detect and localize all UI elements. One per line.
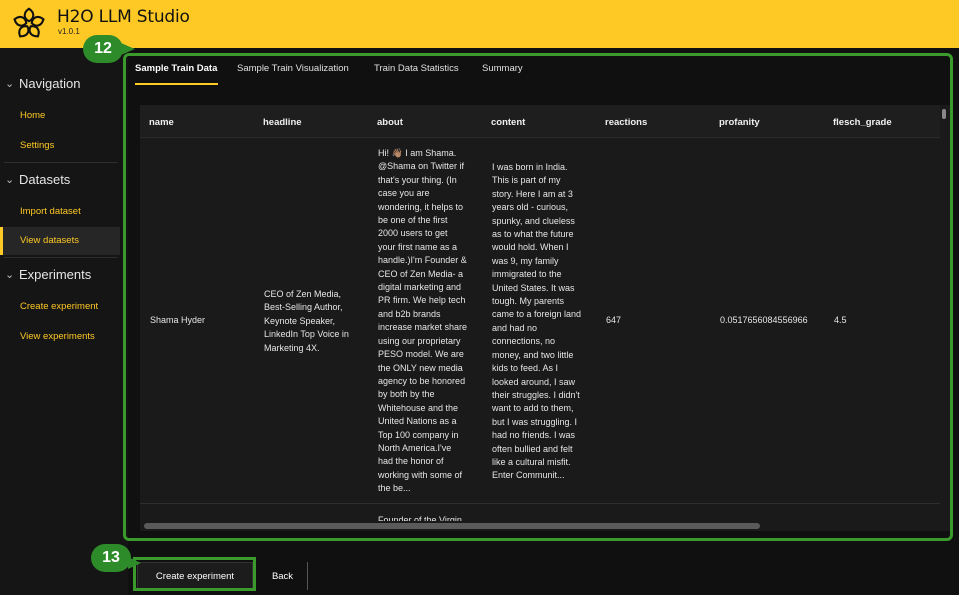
sidebar-item-settings[interactable]: Settings xyxy=(0,132,120,160)
vertical-scrollbar[interactable] xyxy=(942,109,946,119)
callout-badge-12: 12 xyxy=(83,35,135,63)
app-version: v1.0.1 xyxy=(58,27,80,36)
sidebar-item-create-experiment[interactable]: Create experiment xyxy=(0,293,120,321)
cell-flesch-grade: 4.5 xyxy=(834,315,847,325)
active-tab-indicator xyxy=(135,83,218,85)
column-header[interactable]: profanity xyxy=(719,117,760,128)
data-table[interactable]: name headline about content reactions pr… xyxy=(140,105,950,531)
app-header: H2O LLM Studio v1.0.1 xyxy=(0,0,959,48)
cell-profanity: 0.0517656084556966 xyxy=(720,315,808,325)
footer-actions: Create experiment Back xyxy=(128,553,959,595)
table-header: name headline about content reactions pr… xyxy=(140,105,940,138)
tab-train-data-statistics[interactable]: Train Data Statistics xyxy=(374,63,459,74)
h2o-logo-icon xyxy=(13,7,45,38)
column-header[interactable]: name xyxy=(149,117,174,128)
column-header[interactable]: about xyxy=(377,117,403,128)
sidebar: ⌄ Navigation Home Settings ⌄ Datasets Im… xyxy=(0,48,128,595)
column-header[interactable]: content xyxy=(491,117,525,128)
nav-group-label: Experiments xyxy=(19,267,92,282)
nav-group-experiments[interactable]: ⌄ Experiments xyxy=(5,267,91,282)
cell-reactions: 647 xyxy=(606,315,622,325)
table-row[interactable]: Shama Hyder CEO of Zen Media, Best-Selli… xyxy=(140,138,940,504)
nav-group-navigation[interactable]: ⌄ Navigation xyxy=(5,76,80,91)
app-title: H2O LLM Studio xyxy=(57,7,190,27)
chevron-down-icon: ⌄ xyxy=(5,78,15,90)
nav-group-datasets[interactable]: ⌄ Datasets xyxy=(5,172,70,187)
cell-content: I was born in India. This is part of my … xyxy=(492,162,582,481)
app-window: H2O LLM Studio v1.0.1 ⌄ Navigation Home … xyxy=(0,0,959,595)
main-content: Sample Train Data Sample Train Visualiza… xyxy=(128,48,959,553)
nav-group-label: Datasets xyxy=(19,172,71,187)
back-button[interactable]: Back xyxy=(258,562,308,590)
sidebar-item-view-experiments[interactable]: View experiments xyxy=(0,323,120,351)
cell-name: Shama Hyder xyxy=(150,315,206,325)
tab-sample-train-data[interactable]: Sample Train Data xyxy=(135,63,217,74)
chevron-down-icon: ⌄ xyxy=(5,174,15,186)
cell-headline: CEO of Zen Media, Best-Selling Author, K… xyxy=(264,289,349,353)
sidebar-divider xyxy=(4,162,118,163)
sidebar-divider xyxy=(4,257,118,258)
column-header[interactable]: flesch_grade xyxy=(833,117,892,128)
create-experiment-button[interactable]: Create experiment xyxy=(137,562,253,590)
column-header[interactable]: reactions xyxy=(605,117,647,128)
nav-group-label: Navigation xyxy=(19,76,81,91)
callout-badge-13: 13 xyxy=(91,544,141,572)
horizontal-scrollbar[interactable] xyxy=(144,523,760,529)
chevron-down-icon: ⌄ xyxy=(5,269,15,281)
sidebar-item-home[interactable]: Home xyxy=(0,102,120,130)
tab-sample-train-visualization[interactable]: Sample Train Visualization xyxy=(237,63,349,74)
cell-about: Hi! 👋🏽 I am Shama. @Shama on Twitter if … xyxy=(378,148,468,494)
sidebar-item-view-datasets[interactable]: View datasets xyxy=(0,227,120,255)
tab-summary[interactable]: Summary xyxy=(482,63,523,74)
sidebar-item-import-dataset[interactable]: Import dataset xyxy=(0,198,120,226)
tab-bar: Sample Train Data Sample Train Visualiza… xyxy=(128,48,948,86)
column-header[interactable]: headline xyxy=(263,117,302,128)
